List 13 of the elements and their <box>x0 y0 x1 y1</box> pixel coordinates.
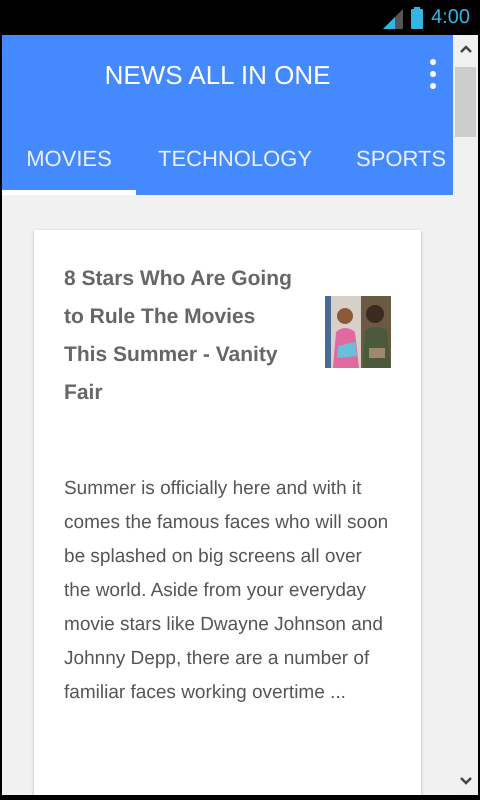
tab[interactable]: TECHNOLOGY <box>136 115 334 195</box>
clock: 4:00 <box>431 6 470 29</box>
scrollbar-thumb[interactable] <box>455 67 476 137</box>
article-summary: Summer is officially here and with it comes the famous faces who will soon be splashed on big screens all over the world. Aside from your everyday movie stars like Dwayne Johnson and Johnny Depp, there are a number of familiar faces working overtime ... <box>64 477 390 705</box>
battery-icon <box>411 6 424 28</box>
scroll-up-icon[interactable] <box>460 45 472 53</box>
signal-icon <box>383 8 404 28</box>
scroll-down-icon[interactable] <box>460 777 472 785</box>
article-title: 8 Stars Who Are Going to Rule The Movies This Summer - Vanity Fair <box>64 266 293 406</box>
app-title: NEWS ALL IN ONE <box>104 60 330 90</box>
tab[interactable]: MOVIES <box>2 115 136 195</box>
article-card[interactable] <box>34 230 421 795</box>
tab[interactable]: SPORTS <box>334 115 446 195</box>
